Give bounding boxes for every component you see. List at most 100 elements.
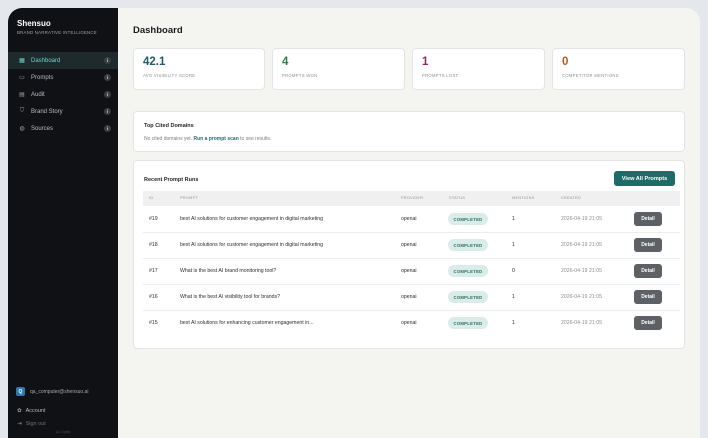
stat-value: 4 xyxy=(282,56,289,68)
sidebar-item-label: Audit xyxy=(31,91,45,98)
stat-card-prompts-lost: 1 Prompts Lost xyxy=(412,48,545,90)
brand-name[interactable]: Shensuo xyxy=(17,19,118,28)
info-icon[interactable]: i xyxy=(104,91,111,98)
run-created: 2026-04-19 21:05 xyxy=(561,294,602,300)
audit-icon: ▤ xyxy=(19,92,25,98)
status-badge: COMPLETED xyxy=(448,239,488,251)
run-prompt: What is the best AI brand monitoring too… xyxy=(180,268,277,274)
version-label: v0.1 beta xyxy=(55,430,71,434)
section-title: Top Cited Domains xyxy=(144,123,194,129)
empty-state-suffix: to see results. xyxy=(238,136,272,142)
top-cited-domains-card: Top Cited Domains No cited domains yet. … xyxy=(133,111,685,152)
run-id: #19 xyxy=(149,216,158,222)
run-mentions: 1 xyxy=(512,294,515,300)
sidebar-item-label: Dashboard xyxy=(31,57,61,64)
table-row[interactable]: #17 What is the best AI brand monitoring… xyxy=(143,259,680,285)
info-icon[interactable]: i xyxy=(104,108,111,115)
user-menu[interactable]: Q qa_computer@shensuo.ai xyxy=(8,383,118,400)
run-prompt: best AI solutions for customer engagemen… xyxy=(180,242,324,248)
column-header-mentions: Mentions xyxy=(512,196,535,200)
main-content: Dashboard 42.1 Avg Visibility Score 4 Pr… xyxy=(118,8,700,438)
stat-label: Avg Visibility Score xyxy=(143,73,196,78)
chat-icon: ▭ xyxy=(19,75,25,81)
run-provider: openai xyxy=(401,242,417,248)
status-badge: COMPLETED xyxy=(448,265,488,277)
column-header-provider: Provider xyxy=(401,196,424,200)
detail-button[interactable]: Detail xyxy=(634,264,662,278)
info-icon[interactable]: i xyxy=(104,74,111,81)
run-created: 2026-04-19 21:05 xyxy=(561,242,602,248)
stat-card-competitor-mentions: 0 Competitor Mentions xyxy=(552,48,685,90)
column-header-id: ID xyxy=(149,196,154,200)
sidebar-item-brand-story[interactable]: ⛉ Brand Story i xyxy=(8,103,118,120)
run-provider: openai xyxy=(401,294,417,300)
column-header-created: Created xyxy=(561,196,581,200)
table-row[interactable]: #16 What is the best AI visibility tool … xyxy=(143,285,680,311)
run-provider: openai xyxy=(401,216,417,222)
run-provider: openai xyxy=(401,268,417,274)
sidebar-item-dashboard[interactable]: ▦ Dashboard i xyxy=(8,52,118,69)
run-mentions: 1 xyxy=(512,320,515,326)
sidebar: Shensuo Brand Narrative Intelligence ▦ D… xyxy=(8,8,118,438)
empty-state-prefix: No cited domains yet. xyxy=(144,136,194,142)
run-mentions: 0 xyxy=(512,268,515,274)
stat-card-prompts-won: 4 Prompts Won xyxy=(272,48,405,90)
run-prompt-scan-link[interactable]: Run a prompt scan xyxy=(193,136,238,142)
run-created: 2026-04-19 21:05 xyxy=(561,216,602,222)
sidebar-item-prompts[interactable]: ▭ Prompts i xyxy=(8,69,118,86)
table-row[interactable]: #18 best AI solutions for customer engag… xyxy=(143,233,680,259)
globe-icon: ◍ xyxy=(19,126,25,132)
account-label: Account xyxy=(25,407,46,414)
sign-out-link[interactable]: ⇥ Sign out xyxy=(8,417,118,430)
detail-button[interactable]: Detail xyxy=(634,316,662,330)
stat-value: 1 xyxy=(422,56,429,68)
sidebar-item-sources[interactable]: ◍ Sources i xyxy=(8,120,118,137)
page-title: Dashboard xyxy=(133,25,183,36)
info-icon[interactable]: i xyxy=(104,125,111,132)
run-id: #18 xyxy=(149,242,158,248)
sidebar-nav: ▦ Dashboard i ▭ Prompts i ▤ Audit i ⛉ Br… xyxy=(8,52,118,137)
table-row[interactable]: #15 best AI solutions for enhancing cust… xyxy=(143,311,680,337)
table-row[interactable]: #19 best AI solutions for customer engag… xyxy=(143,207,680,233)
column-header-prompt: Prompt xyxy=(180,196,199,200)
status-badge: COMPLETED xyxy=(448,213,488,225)
status-badge: COMPLETED xyxy=(448,291,488,303)
column-header-status: Status xyxy=(449,196,466,200)
run-mentions: 1 xyxy=(512,242,515,248)
info-icon[interactable]: i xyxy=(104,57,111,64)
detail-button[interactable]: Detail xyxy=(634,212,662,226)
run-provider: openai xyxy=(401,320,417,326)
run-mentions: 1 xyxy=(512,216,515,222)
recent-prompt-runs-card: Recent Prompt Runs View All Prompts ID P… xyxy=(133,160,685,349)
detail-button[interactable]: Detail xyxy=(634,290,662,304)
run-created: 2026-04-19 21:05 xyxy=(561,268,602,274)
sidebar-item-label: Prompts xyxy=(31,74,54,81)
status-badge: COMPLETED xyxy=(448,317,488,329)
detail-button[interactable]: Detail xyxy=(634,238,662,252)
table-header: ID Prompt Provider Status Mentions Creat… xyxy=(143,191,680,206)
user-email: qa_computer@shensuo.ai xyxy=(30,388,89,395)
stat-label: Prompts Won xyxy=(282,73,318,78)
sidebar-item-audit[interactable]: ▤ Audit i xyxy=(8,86,118,103)
empty-state-text: No cited domains yet. Run a prompt scan … xyxy=(144,136,271,142)
run-created: 2026-04-19 21:05 xyxy=(561,320,602,326)
stat-label: Prompts Lost xyxy=(422,73,459,78)
gear-icon: ✿ xyxy=(17,407,22,414)
run-prompt: best AI solutions for customer engagemen… xyxy=(180,216,324,222)
view-all-prompts-button[interactable]: View All Prompts xyxy=(614,171,675,186)
account-link[interactable]: ✿ Account xyxy=(8,404,118,417)
stat-value: 0 xyxy=(562,56,569,68)
run-id: #17 xyxy=(149,268,158,274)
run-prompt: What is the best AI visibility tool for … xyxy=(180,294,281,300)
sidebar-item-label: Brand Story xyxy=(31,108,63,115)
sign-out-icon: ⇥ xyxy=(17,420,22,427)
shield-icon: ⛉ xyxy=(19,108,25,114)
stat-label: Competitor Mentions xyxy=(562,73,619,78)
brand: Shensuo Brand Narrative Intelligence xyxy=(8,8,118,35)
section-title: Recent Prompt Runs xyxy=(144,177,199,183)
dashboard-icon: ▦ xyxy=(19,58,25,64)
sidebar-footer: Q qa_computer@shensuo.ai ✿ Account ⇥ Sig… xyxy=(8,383,118,438)
app-window: Shensuo Brand Narrative Intelligence ▦ D… xyxy=(8,8,700,438)
run-prompt: best AI solutions for enhancing customer… xyxy=(180,320,314,326)
sidebar-item-label: Sources xyxy=(31,125,54,132)
